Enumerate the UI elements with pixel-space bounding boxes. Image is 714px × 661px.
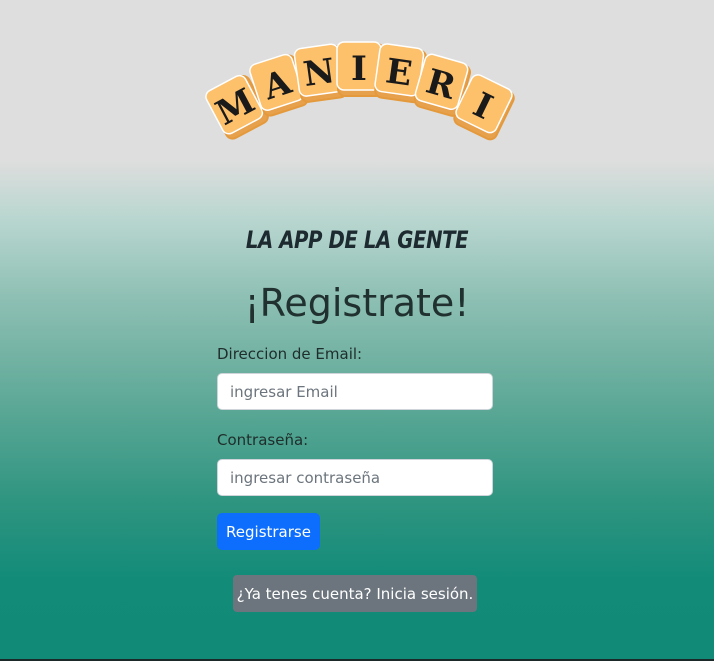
logo-letter: E — [383, 51, 414, 94]
email-field[interactable] — [217, 373, 493, 410]
email-label: Direccion de Email: — [217, 345, 363, 363]
login-link-button[interactable]: ¿Ya tenes cuenta? Inicia sesión. — [233, 575, 477, 612]
password-field[interactable] — [217, 459, 493, 496]
password-label: Contraseña: — [217, 431, 309, 449]
logo-tiles: MA N I E R I — [205, 41, 515, 141]
tagline: LA APP DE LA GENTE — [245, 226, 469, 254]
page-title: ¡Registrate! — [244, 281, 470, 325]
logo-letter: I — [351, 49, 367, 89]
logo: MANIERI — [196, 40, 522, 152]
register-button[interactable]: Registrarse — [217, 513, 320, 550]
logo-letter: N — [301, 51, 337, 95]
